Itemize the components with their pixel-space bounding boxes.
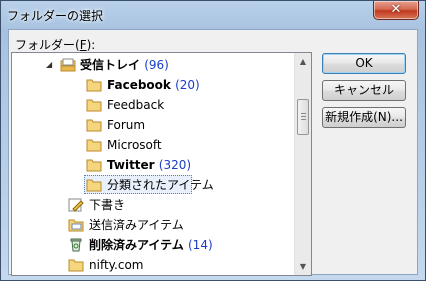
- tree-scrollbar[interactable]: ▲ ▼: [294, 53, 311, 275]
- tree-item-inbox[interactable]: ◢ 受信トレイ (96): [12, 55, 294, 75]
- folder-select-dialog: フォルダーの選択 ✕ フォルダー(F): ◢ 受信トレイ (96) Facebo…: [0, 0, 426, 281]
- window-title: フォルダーの選択: [7, 9, 104, 23]
- folder-icon: [86, 99, 102, 112]
- folder-icon: [86, 179, 102, 192]
- grip-line: [301, 113, 306, 114]
- drafts-icon: [68, 198, 84, 212]
- tree-item-label: 送信済みアイテム: [89, 218, 184, 232]
- tree-item-sent[interactable]: 送信済みアイテム: [12, 215, 294, 235]
- folder-icon: [68, 259, 84, 272]
- tree-item-twitter[interactable]: Twitter (320): [12, 155, 294, 175]
- unread-count: (320): [158, 158, 192, 172]
- collapse-arrow-icon[interactable]: ◢: [46, 55, 56, 75]
- ok-button[interactable]: OK: [322, 53, 406, 74]
- unread-count: (96): [144, 58, 169, 72]
- inbox-icon: [60, 58, 76, 72]
- tree-item-label: Microsoft: [107, 138, 162, 152]
- cancel-button[interactable]: キャンセル: [322, 80, 406, 101]
- tree-item-drafts[interactable]: 下書き: [12, 195, 294, 215]
- scroll-thumb[interactable]: [297, 99, 309, 135]
- folder-icon: [86, 119, 102, 132]
- unread-count: (14): [188, 238, 213, 252]
- tree-item-name: 削除済みアイテム: [89, 238, 184, 252]
- tree-item-name: 受信トレイ: [80, 58, 141, 72]
- tree-item-label: Forum: [107, 118, 146, 132]
- close-button[interactable]: ✕: [373, 1, 419, 20]
- close-icon: ✕: [390, 2, 402, 17]
- tree-item-label: 削除済みアイテム (14): [89, 235, 213, 255]
- tree-item-categorized[interactable]: 分類されたアイテム: [12, 175, 294, 195]
- folder-tree[interactable]: ◢ 受信トレイ (96) Facebook (20) Feedback Foru…: [11, 52, 312, 276]
- grip-line: [301, 119, 306, 120]
- tree-item-microsoft[interactable]: Microsoft: [12, 135, 294, 155]
- tree-item-label: nifty.com: [89, 258, 144, 272]
- folder-label: フォルダー(F):: [15, 36, 95, 53]
- tree-item-label: Twitter (320): [107, 155, 191, 175]
- folder-label-prefix: フォルダー(: [15, 38, 80, 52]
- folder-icon: [86, 79, 102, 92]
- tree-item-name: Twitter: [107, 158, 155, 172]
- new-folder-button[interactable]: 新規作成(N)...: [322, 107, 406, 128]
- folder-label-accel: F: [79, 38, 87, 52]
- tree-item-forum[interactable]: Forum: [12, 115, 294, 135]
- folder-label-suffix: ):: [86, 38, 96, 52]
- tree-item-deleted[interactable]: 削除済みアイテム (14): [12, 235, 294, 255]
- tree-item-label: Facebook (20): [107, 75, 200, 95]
- tree-item-feedback[interactable]: Feedback: [12, 95, 294, 115]
- title-bar[interactable]: フォルダーの選択 ✕: [1, 1, 425, 29]
- unread-count: (20): [175, 78, 200, 92]
- tree-item-label: Feedback: [107, 98, 165, 112]
- dialog-body: フォルダー(F): ◢ 受信トレイ (96) Facebook (20) Fee…: [8, 29, 418, 276]
- tree-item-nifty[interactable]: nifty.com: [12, 255, 294, 275]
- folder-icon: [86, 159, 102, 172]
- tree-item-name: Facebook: [107, 78, 171, 92]
- tree-item-label: 分類されたアイテム: [107, 178, 214, 192]
- deleted-items-icon: [70, 238, 82, 252]
- scroll-up-icon[interactable]: ▲: [295, 53, 311, 70]
- grip-line: [301, 116, 306, 117]
- tree-item-label: 受信トレイ (96): [80, 55, 169, 75]
- sent-items-icon: [68, 219, 84, 232]
- folder-icon: [86, 139, 102, 152]
- tree-item-label: 下書き: [89, 198, 126, 212]
- tree-item-facebook[interactable]: Facebook (20): [12, 75, 294, 95]
- scroll-down-icon[interactable]: ▼: [295, 258, 311, 275]
